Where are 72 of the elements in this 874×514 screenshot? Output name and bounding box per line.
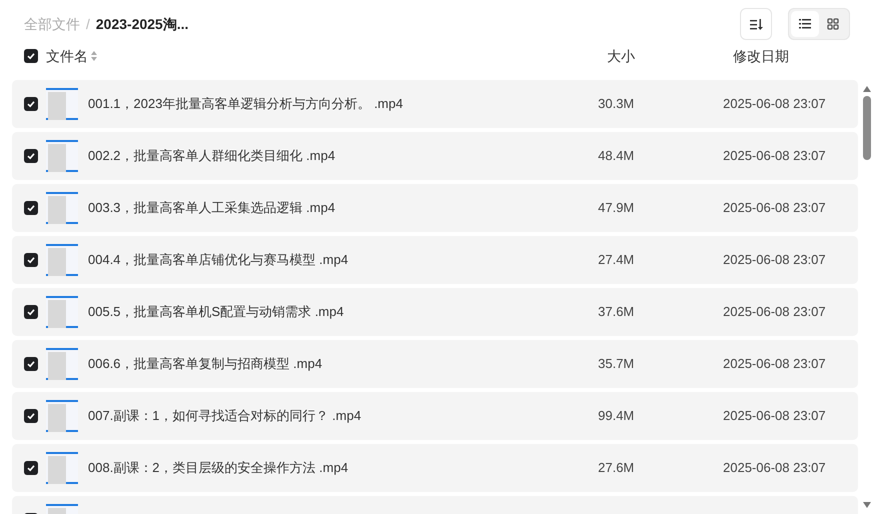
file-size: 27.6M — [598, 459, 636, 478]
video-thumbnail — [46, 400, 78, 432]
file-row[interactable]: 003.3，批量高客单人工采集选品逻辑 .mp4 47.9M 2025-06-08 23:07 — [12, 184, 858, 232]
check-icon — [27, 360, 35, 368]
video-thumbnail — [46, 140, 78, 172]
check-icon — [27, 100, 35, 108]
file-name: 007.副课：1，如何寻找适合对标的同行？ .mp4 — [88, 407, 362, 426]
scroll-up-icon — [863, 86, 871, 92]
checkbox[interactable] — [24, 201, 38, 215]
checkbox[interactable] — [24, 49, 38, 63]
column-header[interactable]: 文件名 — [46, 46, 88, 66]
video-thumbnail — [46, 192, 78, 224]
list-view-icon — [799, 19, 811, 29]
breadcrumb-link[interactable]: 2023-2025淘... — [96, 14, 189, 34]
sort-button[interactable] — [740, 8, 772, 40]
file-size: 37.6M — [598, 303, 636, 322]
checkbox[interactable] — [24, 253, 38, 267]
modified-date: 2025-06-08 23:07 — [723, 459, 826, 478]
check-icon — [27, 152, 35, 160]
file-row[interactable]: 002.2，批量高客单人群细化类目细化 .mp4 48.4M 2025-06-08 23:07 — [12, 132, 858, 180]
column-header[interactable]: 大小 — [607, 46, 727, 66]
scroll-down-icon — [863, 502, 871, 508]
file-name: 006.6，批量高客单复制与招商模型 .mp4 — [88, 355, 324, 374]
check-icon — [27, 308, 35, 316]
modified-date: 2025-06-08 23:07 — [723, 199, 826, 218]
checkbox[interactable] — [24, 97, 38, 111]
breadcrumb-separator: / — [86, 14, 90, 34]
video-thumbnail — [46, 296, 78, 328]
file-name: 002.2，批量高客单人群细化类目细化 .mp4 — [88, 147, 336, 166]
modified-date: 2025-06-08 23:07 — [723, 407, 826, 426]
scrollbar-thumb[interactable] — [863, 96, 871, 160]
file-size: 48.4M — [598, 147, 636, 166]
sort-icon — [750, 18, 762, 30]
file-size: 30.3M — [598, 95, 636, 114]
checkbox[interactable] — [24, 357, 38, 371]
file-size: 35.7M — [598, 355, 636, 374]
checkbox[interactable] — [24, 305, 38, 319]
checkbox[interactable] — [24, 409, 38, 423]
video-thumbnail — [46, 88, 78, 120]
modified-date: 2025-06-08 23:07 — [723, 147, 826, 166]
video-thumbnail — [46, 452, 78, 484]
checkbox[interactable] — [24, 149, 38, 163]
file-row[interactable]: 001.1，2023年批量高客单逻辑分析与方向分析。 .mp4 30.3M 2025-06-08 23:07 — [12, 80, 858, 128]
file-size: 99.4M — [598, 407, 636, 426]
file-row[interactable]: 005.5，批量高客单机S配置与动销需求 .mp4 37.6M 2025-06-08 23:07 — [12, 288, 858, 336]
file-size: 27.4M — [598, 251, 636, 270]
file-name: 004.4，批量高客单店铺优化与赛马模型 .mp4 — [88, 251, 350, 270]
file-name: 003.3，批量高客单人工采集选品逻辑 .mp4 — [88, 199, 336, 218]
video-thumbnail — [46, 348, 78, 380]
file-name: 001.1，2023年批量高客单逻辑分析与方向分析。 .mp4 — [88, 95, 404, 114]
check-icon — [27, 412, 35, 420]
file-row[interactable]: 004.4，批量高客单店铺优化与赛马模型 .mp4 27.4M 2025-06-08 23:07 — [12, 236, 858, 284]
modified-date: 2025-06-08 23:07 — [723, 95, 826, 114]
file-row[interactable]: 008.副课：2，类目层级的安全操作方法 .mp4 27.6M 2025-06-08 23:07 — [12, 444, 858, 492]
check-icon — [27, 204, 35, 212]
modified-date: 2025-06-08 23:07 — [723, 303, 826, 322]
file-name: 008.副课：2，类目层级的安全操作方法 .mp4 — [88, 459, 350, 478]
file-size: 47.9M — [598, 199, 636, 218]
video-thumbnail — [46, 244, 78, 276]
file-name: 005.5，批量高客单机S配置与动销需求 .mp4 — [88, 303, 345, 322]
view-mode-button[interactable] — [791, 11, 819, 37]
modified-date: 2025-06-08 23:07 — [723, 355, 826, 374]
check-icon — [27, 256, 35, 264]
modified-date: 2025-06-08 23:07 — [723, 251, 826, 270]
grid-view-icon — [827, 18, 839, 30]
check-icon — [27, 52, 35, 60]
column-header[interactable]: 修改日期 — [733, 46, 789, 66]
sort-arrows-icon — [91, 51, 97, 61]
file-row[interactable]: 007.副课：1，如何寻找适合对标的同行？ .mp4 99.4M 2025-06-08 23:07 — [12, 392, 858, 440]
check-icon — [27, 464, 35, 472]
file-row[interactable]: 006.6，批量高客单复制与招商模型 .mp4 35.7M 2025-06-08 23:07 — [12, 340, 858, 388]
checkbox[interactable] — [24, 461, 38, 475]
